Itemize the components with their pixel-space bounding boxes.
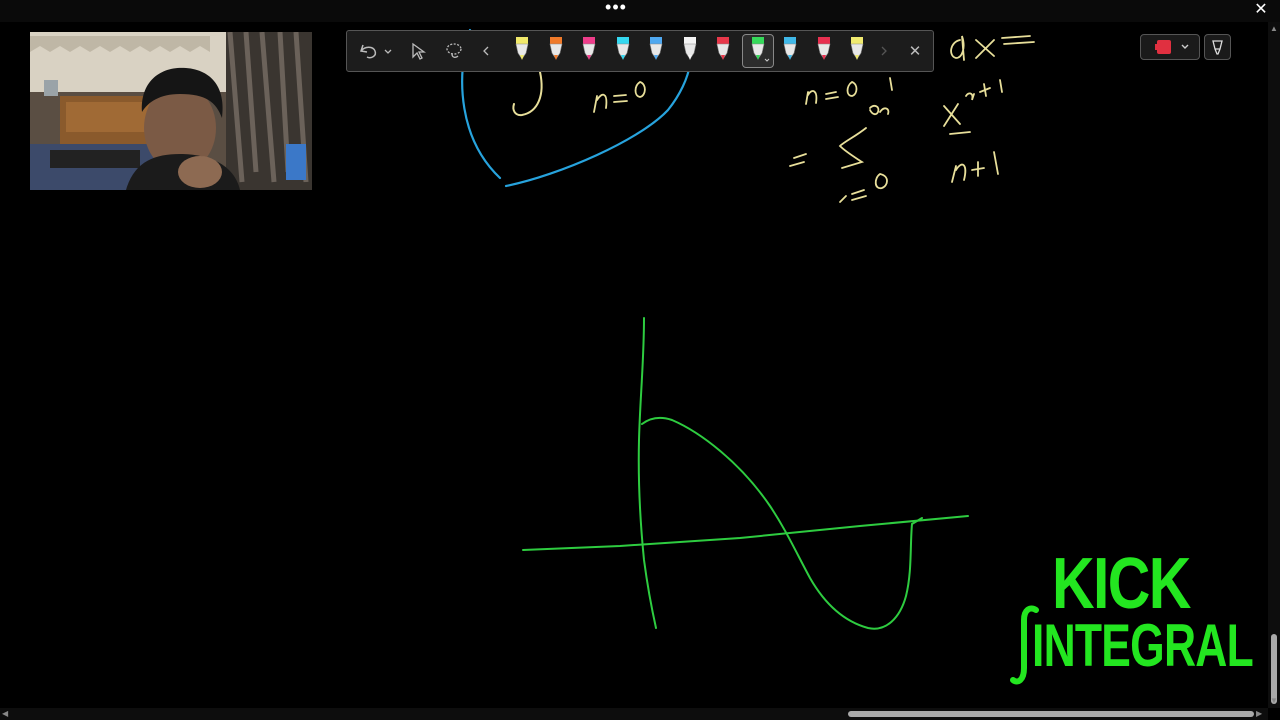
ink-yellow-x-n1 (943, 79, 1003, 135)
logo-line2: INTEGRAL (1032, 612, 1254, 679)
horizontal-scrollbar[interactable]: ◀ ▶ (0, 708, 1268, 720)
highlighter-toggle[interactable] (1204, 34, 1231, 60)
ink-yellow-dx (950, 35, 1035, 61)
close-toolbar-button[interactable]: ✕ (903, 37, 927, 65)
scroll-down-icon[interactable]: ▼ (1270, 696, 1278, 706)
pen-red-icon (716, 37, 730, 60)
vertical-scroll-thumb[interactable] (1271, 634, 1277, 704)
pen-pale-yellow-icon (850, 37, 864, 60)
pen-green-icon (751, 37, 769, 62)
pen-cyan-highlighter-button[interactable] (612, 35, 634, 65)
window-close-icon[interactable]: ✕ (1250, 0, 1272, 22)
pen-light-blue-button[interactable] (779, 35, 801, 65)
recording-control[interactable] (1140, 34, 1200, 60)
pen-cyan-highlighter-icon (616, 37, 629, 60)
pen-pink-button[interactable] (578, 35, 600, 65)
pen-orange-icon (549, 37, 562, 60)
pen-yellow-button[interactable] (511, 35, 533, 65)
ink-yellow-n0-right (805, 77, 893, 105)
logo-line1: KICK (1052, 544, 1191, 624)
undo-icon (360, 44, 392, 59)
pen-red-button[interactable] (712, 35, 734, 65)
ink-yellow-n-plus-1 (951, 151, 999, 183)
scroll-right-icon[interactable]: ▶ (1256, 709, 1262, 719)
undo-button[interactable] (355, 37, 395, 65)
kick-integral-logo: KICK INTEGRAL (1010, 544, 1254, 688)
ink-green-y-axis (637, 317, 657, 629)
pen-white-button[interactable] (679, 35, 701, 65)
pen-light-blue-icon (783, 37, 797, 60)
ink-yellow-integral (512, 71, 543, 117)
select-cursor-icon (412, 42, 426, 60)
ink-yellow-sum (789, 105, 890, 169)
pen-toolbar: ✕ (346, 30, 934, 72)
scroll-pens-right-button[interactable] (873, 37, 895, 65)
webcam-video (30, 32, 312, 190)
scroll-up-icon[interactable]: ▲ (1270, 24, 1278, 34)
select-button[interactable] (405, 37, 431, 65)
webcam-scene (30, 32, 312, 190)
pen-orange-button[interactable] (545, 35, 567, 65)
chevron-right-icon (881, 46, 887, 56)
vertical-scrollbar[interactable]: ▲ ▼ (1268, 22, 1280, 708)
pen-green-button[interactable] (741, 34, 774, 68)
ink-yellow-n0 (593, 81, 646, 113)
horizontal-scroll-thumb[interactable] (848, 711, 1254, 717)
pen-pink-icon (582, 37, 596, 60)
window-titlebar: ••• ✕ (0, 0, 1280, 22)
more-options-icon[interactable]: ••• (600, 0, 632, 22)
lasso-icon (446, 43, 462, 58)
pen-pale-yellow-button[interactable] (846, 35, 868, 65)
pen-blue-highlighter-icon (649, 37, 663, 60)
lasso-button[interactable] (441, 37, 467, 65)
pen-crimson-icon (817, 37, 830, 60)
pen-yellow-icon (515, 37, 529, 60)
ink-green-x-axis (522, 515, 969, 551)
ink-yellow-n0-lower (839, 173, 888, 203)
pen-crimson-button[interactable] (813, 35, 835, 65)
chevron-left-icon (483, 46, 489, 56)
scroll-left-icon[interactable]: ◀ (2, 709, 8, 719)
record-device-icon (1155, 40, 1189, 54)
pen-blue-highlighter-button[interactable] (645, 35, 667, 65)
scroll-pens-left-button[interactable] (475, 37, 497, 65)
pen-white-icon (683, 37, 696, 60)
highlighter-icon (1212, 40, 1223, 55)
